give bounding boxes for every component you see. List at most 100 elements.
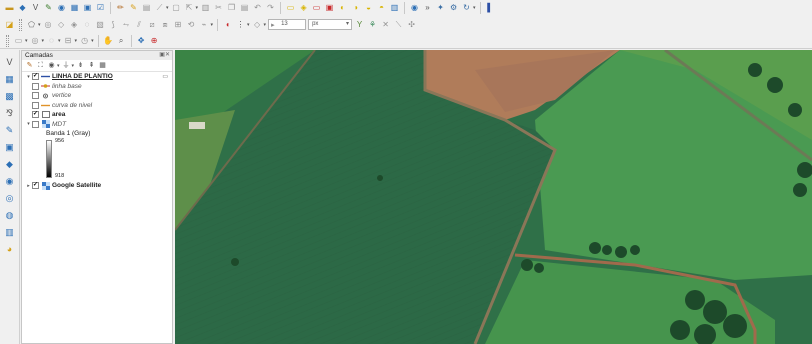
select-icon[interactable]: ▣ xyxy=(82,3,93,14)
undo-icon[interactable]: ↶ xyxy=(252,3,263,14)
add-part-icon[interactable]: ◇ xyxy=(56,19,67,30)
pan-icon[interactable]: ✋ xyxy=(103,35,114,46)
identify-icon[interactable]: ◉ xyxy=(409,3,420,14)
tolerance-spinbox[interactable]: ▸ 13 xyxy=(268,19,307,30)
expand-all-icon[interactable]: ⇟ xyxy=(76,61,85,70)
layer-checkbox[interactable] xyxy=(32,82,39,90)
layer-checkbox[interactable] xyxy=(32,182,39,190)
collapse-all-icon[interactable]: ⇞ xyxy=(87,61,96,70)
layer-google-satellite[interactable]: ▸ Google Satellite xyxy=(22,181,172,191)
simplify-icon[interactable]: ⌁ xyxy=(199,19,210,30)
select-feature-icon[interactable]: ▭ xyxy=(13,35,24,46)
crosshair-icon[interactable]: ⊕ xyxy=(149,35,160,46)
label-pin-icon[interactable]: ◈ xyxy=(298,3,309,14)
zoom-icon[interactable]: ⌕ xyxy=(116,35,127,46)
trace-icon[interactable]: ⚘ xyxy=(367,19,378,30)
plugin-icon[interactable]: ⚙ xyxy=(448,3,459,14)
manage-visibility-icon[interactable]: ◉ xyxy=(47,61,56,70)
layer-vertice[interactable]: vertice xyxy=(22,91,172,101)
layer-checkbox[interactable] xyxy=(32,73,39,81)
merge-attributes-icon[interactable]: ⊞ xyxy=(173,19,184,30)
add-raster-icon[interactable]: ▦ xyxy=(3,73,16,86)
delete-ring-icon[interactable]: ◌ xyxy=(82,19,93,30)
save-edits-icon[interactable]: ▤ xyxy=(141,3,152,14)
globe-icon[interactable]: ◉ xyxy=(56,3,67,14)
database-icon[interactable]: ▥ xyxy=(389,3,400,14)
open-style-icon[interactable]: ✎ xyxy=(25,61,34,70)
map-canvas[interactable] xyxy=(175,50,812,344)
layer-checkbox[interactable] xyxy=(32,120,39,128)
merge-features-icon[interactable]: ⧈ xyxy=(160,19,171,30)
self-snap-icon[interactable]: ✣ xyxy=(406,19,417,30)
python-icon[interactable]: ✦ xyxy=(435,3,446,14)
profile-icon[interactable]: ◪ xyxy=(4,19,15,30)
georeference-icon[interactable]: ✥ xyxy=(136,35,147,46)
panel-controls[interactable]: ▣✕ xyxy=(159,51,172,60)
reshape-icon[interactable]: ⟆ xyxy=(108,19,119,30)
label-move-icon[interactable]: ▣ xyxy=(324,3,335,14)
split-features-icon[interactable]: ⫽ xyxy=(134,19,145,30)
layer-checkbox[interactable] xyxy=(32,111,39,119)
magnet-snap-icon[interactable]: ◖ xyxy=(222,19,233,30)
digitize-icon[interactable]: V xyxy=(30,3,41,14)
snap-vertex-icon[interactable]: ◇ xyxy=(252,19,263,30)
layer-linha-base[interactable]: linha base xyxy=(22,82,172,92)
polygon-edit-icon[interactable]: ⬠ xyxy=(26,19,37,30)
topology-icon[interactable]: Y xyxy=(354,19,365,30)
add-group-icon[interactable]: ⛶ xyxy=(36,61,45,70)
copy-icon[interactable]: ❐ xyxy=(226,3,237,14)
deselect-icon[interactable]: ◌ xyxy=(46,35,57,46)
layer-area[interactable]: area xyxy=(22,110,172,120)
redo-icon[interactable]: ↷ xyxy=(265,3,276,14)
offset-curve-icon[interactable]: ⥊ xyxy=(121,19,132,30)
collapse-arrow-icon[interactable]: ▾ xyxy=(25,74,32,80)
split-parts-icon[interactable]: ⧄ xyxy=(147,19,158,30)
move-feature-icon[interactable]: ⇱ xyxy=(184,3,195,14)
cut-icon[interactable]: ✂ xyxy=(213,3,224,14)
add-wms-icon[interactable]: ◉ xyxy=(3,175,16,188)
filter-legend-icon[interactable]: ⏚ xyxy=(62,61,71,70)
add-delimited-icon[interactable]: ⅋ xyxy=(3,107,16,120)
layer-mdt[interactable]: ▾ MDT xyxy=(22,120,172,130)
add-postgis-icon[interactable]: ◆ xyxy=(3,158,16,171)
add-vector-icon[interactable]: V xyxy=(3,56,16,69)
refresh-icon[interactable]: ↻ xyxy=(461,3,472,14)
intersection-icon[interactable]: ✕ xyxy=(380,19,391,30)
label-show-icon[interactable]: ▭ xyxy=(311,3,322,14)
pencil-icon[interactable]: ✏ xyxy=(115,3,126,14)
layer-checkbox[interactable] xyxy=(32,92,39,100)
expand-arrow-icon[interactable]: ▸ xyxy=(25,183,32,189)
add-mesh-icon[interactable]: ▩ xyxy=(3,90,16,103)
help-book-icon[interactable]: ▌ xyxy=(485,3,496,14)
select-value-icon[interactable]: ◎ xyxy=(30,35,41,46)
new-layer-icon[interactable]: ◕ xyxy=(3,243,16,256)
fill-ring-icon[interactable]: ◈ xyxy=(69,19,80,30)
delete-part-icon[interactable]: ▧ xyxy=(95,19,106,30)
filter-indicator-icon[interactable]: ▭ xyxy=(162,73,168,80)
add-spatialite-icon[interactable]: ✎ xyxy=(3,124,16,137)
layer-checkbox[interactable] xyxy=(32,101,39,109)
open-folder-icon[interactable]: ▬ xyxy=(4,3,15,14)
add-geopackage-icon[interactable]: ▣ xyxy=(3,141,16,154)
add-layer-icon[interactable]: ✎ xyxy=(43,3,54,14)
unit-select[interactable]: px xyxy=(308,19,353,30)
layer-curva-de-nivel[interactable]: curva de nivel xyxy=(22,101,172,111)
label-edit-icon[interactable]: ◓ xyxy=(376,3,387,14)
filter-icon[interactable]: ⊟ xyxy=(63,35,74,46)
digitize-line-icon[interactable]: ⟋ xyxy=(154,3,165,14)
add-ring-icon[interactable]: ◎ xyxy=(43,19,54,30)
collapse-arrow-icon[interactable]: ▾ xyxy=(25,121,32,127)
add-virtual-icon[interactable]: ▥ xyxy=(3,226,16,239)
label-hide-icon[interactable]: ◒ xyxy=(363,3,374,14)
add-wfs-icon[interactable]: ◎ xyxy=(3,192,16,205)
grid-icon[interactable]: ▦ xyxy=(69,3,80,14)
label-change-icon[interactable]: ◑ xyxy=(350,3,361,14)
more-icon[interactable]: » xyxy=(422,3,433,14)
paste-icon[interactable]: ▤ xyxy=(239,3,250,14)
edit-pencil-icon[interactable]: ✎ xyxy=(128,3,139,14)
delete-icon[interactable]: ▥ xyxy=(200,3,211,14)
vertex-tool-icon[interactable]: ▢ xyxy=(171,3,182,14)
label-icon[interactable]: ▭ xyxy=(285,3,296,14)
rotate-point-icon[interactable]: ⟲ xyxy=(186,19,197,30)
snap-layer-icon[interactable]: ⋮ xyxy=(235,19,246,30)
